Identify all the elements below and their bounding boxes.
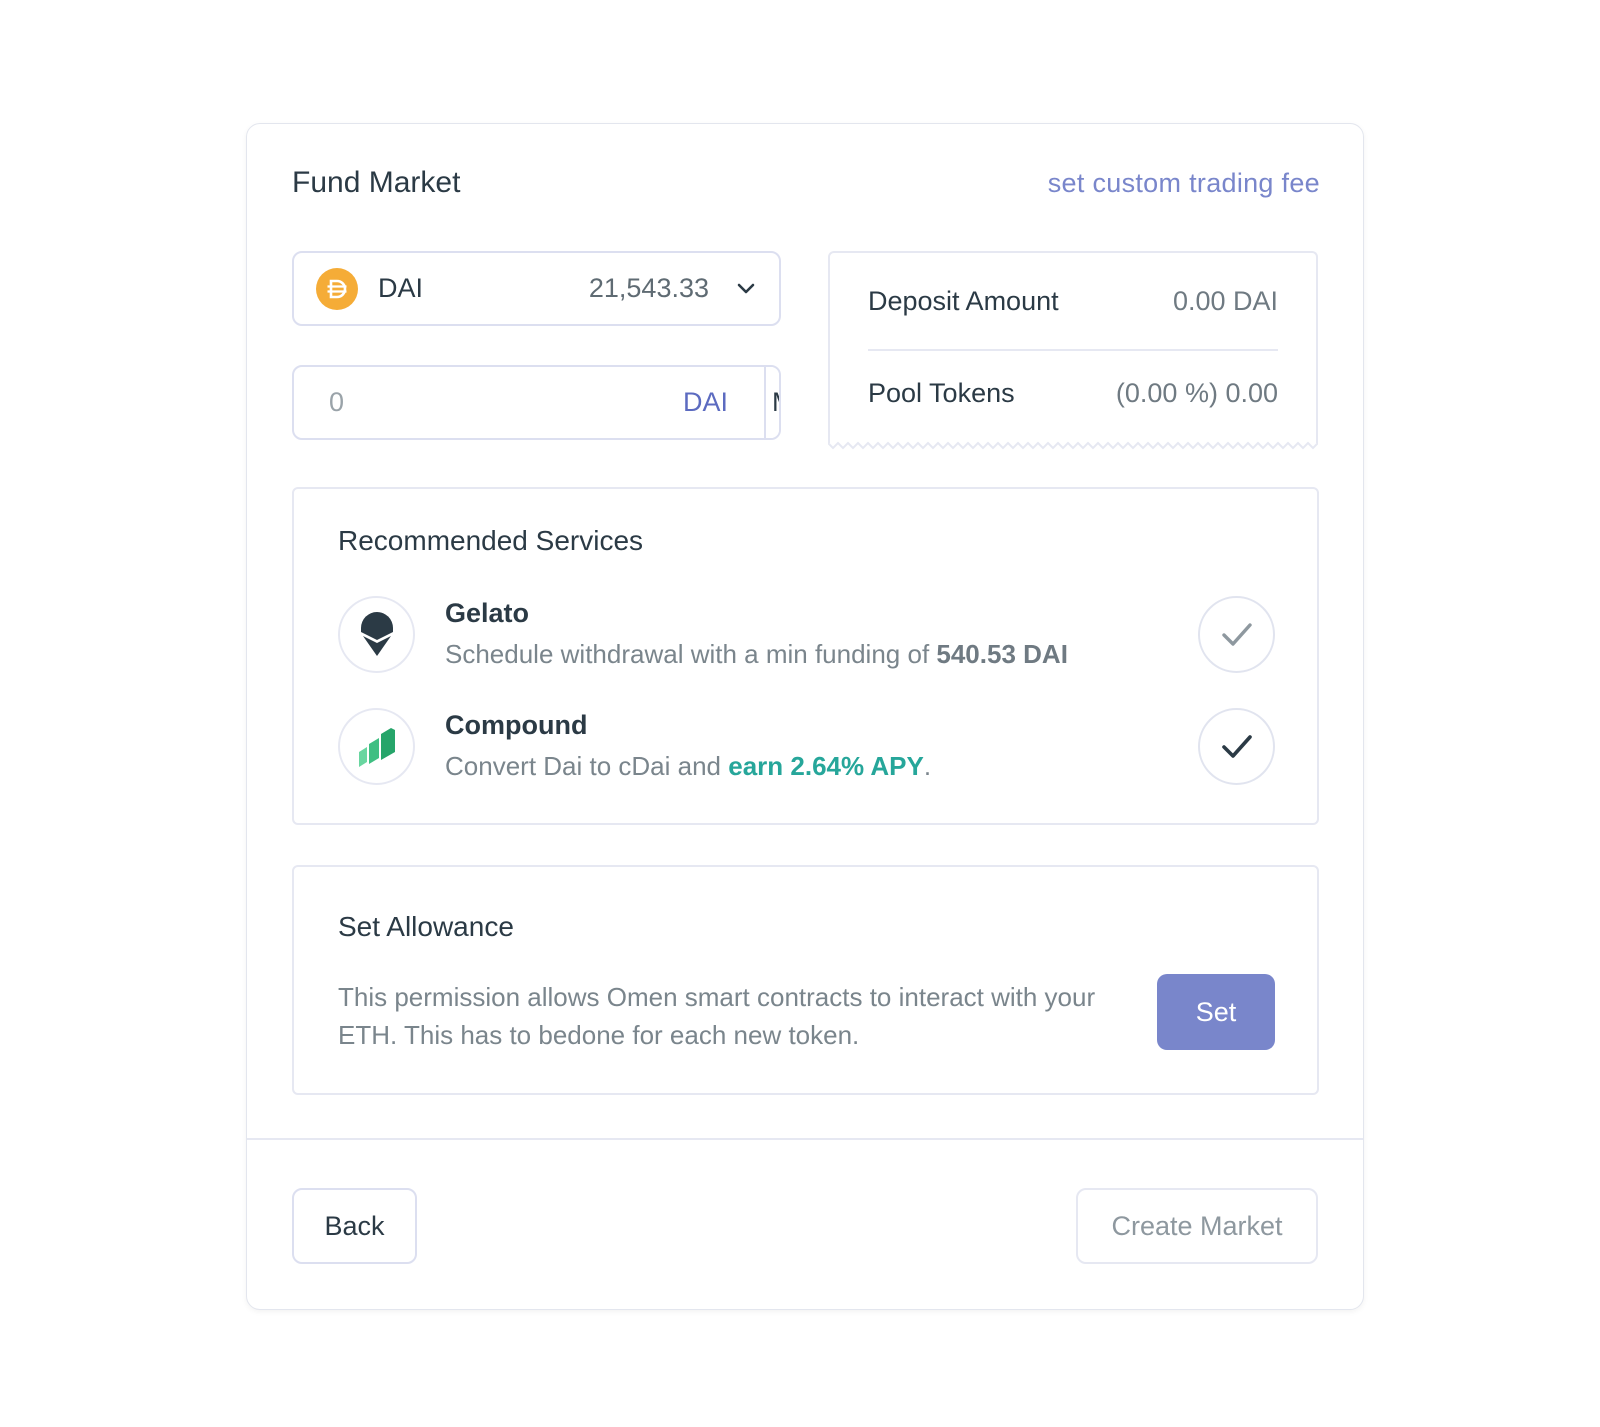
set-allowance-button[interactable]: Set	[1157, 974, 1275, 1050]
apy-highlight: earn 2.64% APY	[728, 751, 924, 781]
amount-unit: DAI	[683, 387, 729, 417]
service-name: Gelato	[445, 598, 530, 628]
footer-divider	[247, 1138, 1363, 1140]
check-icon	[1221, 735, 1252, 758]
amount-field: DAI Max	[292, 365, 781, 440]
recommended-services-panel: Recommended Services Gelato Schedule wit…	[292, 487, 1319, 825]
min-funding-amount: 540.53 DAI	[936, 639, 1068, 669]
service-desc-text: Convert Dai to cDai and	[445, 751, 729, 781]
receipt-edge	[828, 441, 1318, 450]
summary-value: 0.00 DAI	[1172, 285, 1278, 316]
services-title: Recommended Services	[338, 525, 644, 556]
service-compound: Compound Convert Dai to cDai and earn 2.…	[338, 707, 1275, 785]
max-button[interactable]: Max	[764, 367, 779, 438]
summary-row-deposit: Deposit Amount 0.00 DAI	[868, 253, 1278, 349]
summary-label: Pool Tokens	[868, 377, 1015, 408]
back-button[interactable]: Back	[292, 1188, 417, 1264]
service-desc-text: Schedule withdrawal with a min funding o…	[445, 639, 937, 669]
create-market-button[interactable]: Create Market	[1076, 1188, 1318, 1264]
currency-symbol: DAI	[378, 273, 424, 303]
service-description: Schedule withdrawal with a min funding o…	[445, 639, 1198, 670]
currency-balance: 21,543.33	[588, 273, 709, 303]
service-desc-suffix: .	[923, 751, 932, 781]
summary-value: (0.00 %) 0.00	[1115, 377, 1278, 408]
service-text: Compound Convert Dai to cDai and earn 2.…	[445, 710, 1198, 782]
service-name: Compound	[445, 710, 588, 740]
service-description: Convert Dai to cDai and earn 2.64% APY.	[445, 751, 1198, 782]
gelato-toggle[interactable]	[1198, 595, 1275, 673]
set-allowance-panel: Set Allowance This permission allows Ome…	[292, 865, 1319, 1095]
compound-toggle[interactable]	[1198, 707, 1275, 785]
page-title: Fund Market	[292, 166, 461, 199]
chevron-down-icon	[737, 283, 755, 293]
deposit-summary: Deposit Amount 0.00 DAI Pool Tokens (0.0…	[828, 251, 1318, 450]
allowance-title: Set Allowance	[338, 911, 514, 942]
amount-input[interactable]	[294, 367, 683, 438]
summary-label: Deposit Amount	[868, 285, 1059, 316]
dai-icon	[316, 267, 358, 310]
currency-selector[interactable]: DAI 21,543.33	[292, 251, 781, 326]
check-icon	[1221, 623, 1252, 646]
fund-market-card: Fund Market set custom trading fee DAI 2…	[246, 123, 1364, 1310]
summary-row-pool-tokens: Pool Tokens (0.00 %) 0.00	[868, 349, 1278, 435]
allowance-description: This permission allows Omen smart contra…	[338, 982, 1096, 1050]
compound-icon	[338, 707, 415, 785]
gelato-icon	[338, 595, 415, 673]
service-text: Gelato Schedule withdrawal with a min fu…	[445, 598, 1198, 670]
service-gelato: Gelato Schedule withdrawal with a min fu…	[338, 595, 1275, 673]
custom-trading-fee-link[interactable]: set custom trading fee	[1048, 168, 1320, 199]
